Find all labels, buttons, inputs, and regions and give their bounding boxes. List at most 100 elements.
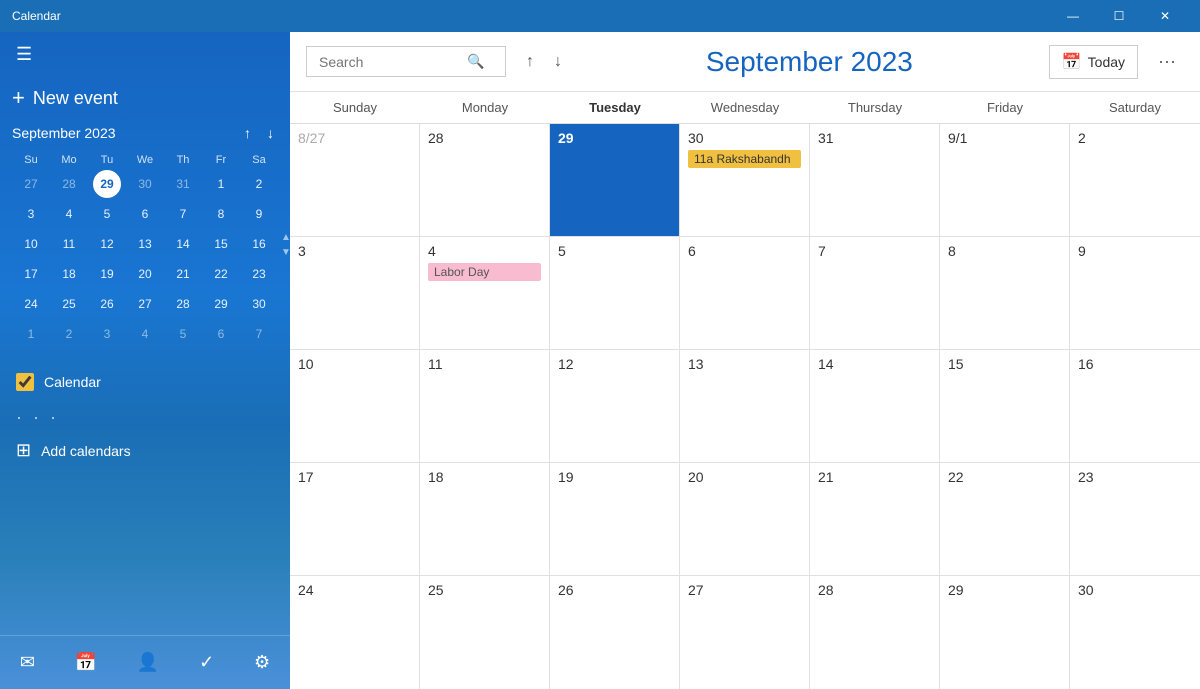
hamburger-button[interactable]: ☰ <box>12 40 36 69</box>
next-month-button[interactable]: ↓ <box>546 49 570 75</box>
mini-cal-next-button[interactable]: ↓ <box>263 123 278 143</box>
cal-cell-16[interactable]: 16 <box>1070 350 1200 462</box>
cal-cell-10[interactable]: 10 <box>290 350 420 462</box>
mini-cal-day[interactable]: 28 <box>55 170 83 198</box>
cal-cell-25[interactable]: 25 <box>420 576 550 689</box>
today-button[interactable]: 📅 Today <box>1049 45 1138 79</box>
mini-cal-day[interactable]: 7 <box>245 320 273 348</box>
mini-cal-day[interactable]: 8 <box>207 200 235 228</box>
cal-cell-11[interactable]: 11 <box>420 350 550 462</box>
cal-cell-31[interactable]: 31 <box>810 124 940 236</box>
mini-cal-day[interactable]: 9 <box>245 200 273 228</box>
cal-cell-17[interactable]: 17 <box>290 463 420 575</box>
mini-cal-title[interactable]: September 2023 <box>12 125 116 141</box>
mini-cal-day[interactable]: 11 <box>55 230 83 258</box>
mini-cal-day[interactable]: 13 <box>131 230 159 258</box>
cal-cell-30[interactable]: 30 <box>1070 576 1200 689</box>
mini-cal-day[interactable]: 30 <box>131 170 159 198</box>
mini-cal-day[interactable]: 25 <box>55 290 83 318</box>
cal-cell-28[interactable]: 28 <box>810 576 940 689</box>
mini-cal-day[interactable]: 5 <box>93 200 121 228</box>
cal-cell-23[interactable]: 23 <box>1070 463 1200 575</box>
close-button[interactable]: ✕ <box>1142 0 1188 32</box>
new-event-button[interactable]: + New event <box>0 77 290 123</box>
cal-cell-827[interactable]: 8/27 <box>290 124 420 236</box>
mini-cal-day[interactable]: 30 <box>245 290 273 318</box>
cal-cell-19[interactable]: 19 <box>550 463 680 575</box>
cal-cell-18[interactable]: 18 <box>420 463 550 575</box>
mini-cal-day-29[interactable]: 29 <box>93 170 121 198</box>
cal-cell-12[interactable]: 12 <box>550 350 680 462</box>
settings-button[interactable]: ⚙ <box>246 644 278 681</box>
cal-cell-30[interactable]: 30 11a Rakshabandh <box>680 124 810 236</box>
mini-cal-dow-mo: Mo <box>50 151 88 169</box>
mini-cal-day[interactable]: 3 <box>17 200 45 228</box>
cal-cell-27[interactable]: 27 <box>680 576 810 689</box>
cal-cell-15[interactable]: 15 <box>940 350 1070 462</box>
calendar-button[interactable]: 📅 <box>67 644 105 681</box>
cal-cell-91[interactable]: 9/1 <box>940 124 1070 236</box>
mini-cal-day[interactable]: 28 <box>169 290 197 318</box>
mini-cal-day[interactable]: 15 <box>207 230 235 258</box>
cal-cell-13[interactable]: 13 <box>680 350 810 462</box>
cal-cell-26[interactable]: 26 <box>550 576 680 689</box>
cal-cell-9[interactable]: 9 <box>1070 237 1200 349</box>
mini-cal-day[interactable]: 21 <box>169 260 197 288</box>
mini-cal-day[interactable]: 4 <box>131 320 159 348</box>
cal-cell-24[interactable]: 24 <box>290 576 420 689</box>
minimize-button[interactable]: — <box>1050 0 1096 32</box>
cal-cell-22[interactable]: 22 <box>940 463 1070 575</box>
mini-cal-day[interactable]: 29 <box>207 290 235 318</box>
mini-cal-day[interactable]: 18 <box>55 260 83 288</box>
cal-cell-14[interactable]: 14 <box>810 350 940 462</box>
event-labor-day[interactable]: Labor Day <box>428 263 541 281</box>
mini-cal-day[interactable]: 4 <box>55 200 83 228</box>
mini-cal-day[interactable]: 6 <box>207 320 235 348</box>
maximize-button[interactable]: ☐ <box>1096 0 1142 32</box>
mini-cal-day[interactable]: 20 <box>131 260 159 288</box>
mail-button[interactable]: ✉ <box>12 644 43 681</box>
mini-cal-day[interactable]: 1 <box>17 320 45 348</box>
cal-cell-7[interactable]: 7 <box>810 237 940 349</box>
mini-cal-day[interactable]: 6 <box>131 200 159 228</box>
mini-cal-day[interactable]: 14 <box>169 230 197 258</box>
cal-cell-6[interactable]: 6 <box>680 237 810 349</box>
mini-cal-day[interactable]: 27 <box>131 290 159 318</box>
mini-cal-day[interactable]: 17 <box>17 260 45 288</box>
mini-cal-day[interactable]: 5 <box>169 320 197 348</box>
cal-cell-4[interactable]: 4 Labor Day <box>420 237 550 349</box>
mini-cal-prev-button[interactable]: ↑ <box>240 123 255 143</box>
cal-cell-29[interactable]: 29 <box>550 124 680 236</box>
add-calendars-button[interactable]: ⊞ Add calendars <box>0 432 290 469</box>
mini-cal-day[interactable]: 12 <box>93 230 121 258</box>
cal-cell-20[interactable]: 20 <box>680 463 810 575</box>
mini-cal-day[interactable]: 27 <box>17 170 45 198</box>
mini-cal-day[interactable]: 26 <box>93 290 121 318</box>
cal-cell-3[interactable]: 3 <box>290 237 420 349</box>
cal-cell-21[interactable]: 21 <box>810 463 940 575</box>
mini-cal-day[interactable]: 23 <box>245 260 273 288</box>
event-rakshabandhan[interactable]: 11a Rakshabandh <box>688 150 801 168</box>
mini-cal-day[interactable]: 22 <box>207 260 235 288</box>
people-button[interactable]: 👤 <box>129 644 167 681</box>
mini-cal-day[interactable]: 31 <box>169 170 197 198</box>
mini-cal-day[interactable]: 19 <box>93 260 121 288</box>
cal-cell-29[interactable]: 29 <box>940 576 1070 689</box>
cal-cell-8[interactable]: 8 <box>940 237 1070 349</box>
cal-cell-5[interactable]: 5 <box>550 237 680 349</box>
mini-cal-day[interactable]: 7 <box>169 200 197 228</box>
mini-cal-day[interactable]: 2 <box>245 170 273 198</box>
search-input[interactable] <box>319 54 459 70</box>
prev-month-button[interactable]: ↑ <box>518 49 542 75</box>
mini-cal-day[interactable]: 2 <box>55 320 83 348</box>
cal-cell-28[interactable]: 28 <box>420 124 550 236</box>
cal-cell-2[interactable]: 2 <box>1070 124 1200 236</box>
tasks-button[interactable]: ✓ <box>191 644 222 681</box>
mini-cal-day[interactable]: 10 <box>17 230 45 258</box>
mini-cal-day[interactable]: 24 <box>17 290 45 318</box>
mini-cal-day[interactable]: 1 <box>207 170 235 198</box>
mini-cal-day[interactable]: 16 <box>245 230 273 258</box>
calendar-checkbox[interactable] <box>16 373 34 391</box>
mini-cal-day[interactable]: 3 <box>93 320 121 348</box>
more-options-button[interactable]: ··· <box>1150 47 1184 76</box>
